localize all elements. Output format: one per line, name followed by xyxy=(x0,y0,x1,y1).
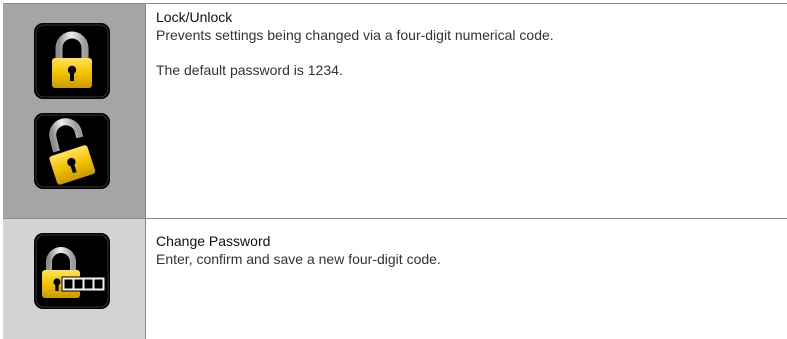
item-note: The default password is 1234. xyxy=(156,62,343,78)
item-description: Prevents settings being changed via a fo… xyxy=(156,27,554,43)
padlock-locked-icon xyxy=(33,22,111,100)
padlock-unlocked-icon xyxy=(33,112,111,190)
table-row-change-password: Change Password Enter, confirm and save … xyxy=(3,218,787,339)
item-description: Enter, confirm and save a new four-digit… xyxy=(156,251,441,267)
text-cell: Lock/Unlock Prevents settings being chan… xyxy=(156,8,776,79)
icon-cell xyxy=(3,219,146,339)
item-title: Lock/Unlock xyxy=(156,9,233,25)
padlock-password-icon xyxy=(33,232,111,310)
icon-cell xyxy=(3,4,146,218)
table-row-lock-unlock: Lock/Unlock Prevents settings being chan… xyxy=(3,3,787,218)
text-cell: Change Password Enter, confirm and save … xyxy=(156,232,776,268)
settings-manual-table: Lock/Unlock Prevents settings being chan… xyxy=(3,3,787,339)
item-title: Change Password xyxy=(156,233,271,249)
